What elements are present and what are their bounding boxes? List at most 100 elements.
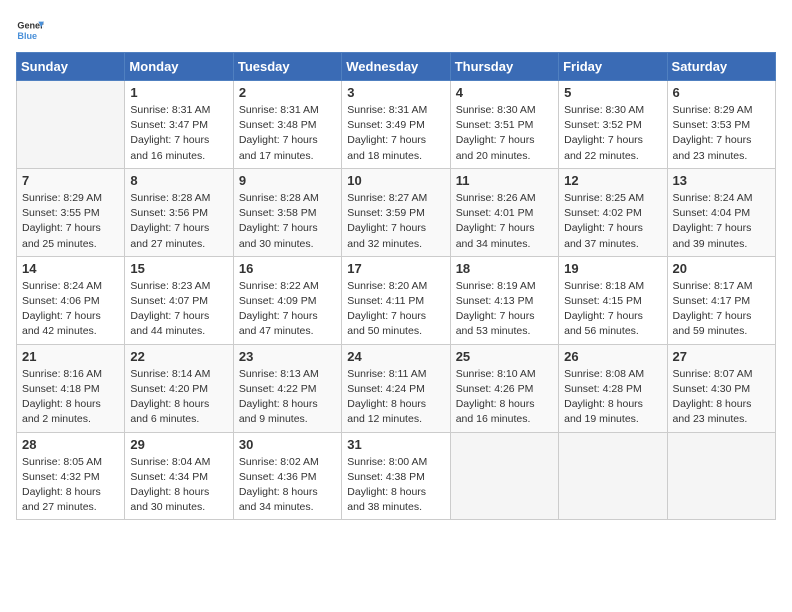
day-number: 19 [564,261,661,276]
calendar-cell: 27 Sunrise: 8:07 AMSunset: 4:30 PMDayligh… [667,344,775,432]
calendar-cell: 22 Sunrise: 8:14 AMSunset: 4:20 PMDayligh… [125,344,233,432]
day-number: 12 [564,173,661,188]
day-number: 15 [130,261,227,276]
calendar-cell: 1 Sunrise: 8:31 AMSunset: 3:47 PMDaylight… [125,81,233,169]
day-number: 11 [456,173,553,188]
day-number: 1 [130,85,227,100]
day-number: 20 [673,261,770,276]
calendar-cell: 19 Sunrise: 8:18 AMSunset: 4:15 PMDayligh… [559,256,667,344]
calendar-week-row: 21 Sunrise: 8:16 AMSunset: 4:18 PMDayligh… [17,344,776,432]
day-number: 18 [456,261,553,276]
day-number: 6 [673,85,770,100]
logo-icon: General Blue [16,16,44,44]
day-info: Sunrise: 8:07 AMSunset: 4:30 PMDaylight:… [673,367,770,428]
day-info: Sunrise: 8:28 AMSunset: 3:56 PMDaylight:… [130,191,227,252]
day-number: 24 [347,349,444,364]
calendar-body: 1 Sunrise: 8:31 AMSunset: 3:47 PMDaylight… [17,81,776,520]
day-number: 7 [22,173,119,188]
day-number: 5 [564,85,661,100]
calendar-cell: 29 Sunrise: 8:04 AMSunset: 4:34 PMDayligh… [125,432,233,520]
calendar-cell: 21 Sunrise: 8:16 AMSunset: 4:18 PMDayligh… [17,344,125,432]
calendar-cell: 15 Sunrise: 8:23 AMSunset: 4:07 PMDayligh… [125,256,233,344]
day-number: 22 [130,349,227,364]
day-info: Sunrise: 8:31 AMSunset: 3:49 PMDaylight:… [347,103,444,164]
calendar-cell: 17 Sunrise: 8:20 AMSunset: 4:11 PMDayligh… [342,256,450,344]
day-number: 29 [130,437,227,452]
day-info: Sunrise: 8:23 AMSunset: 4:07 PMDaylight:… [130,279,227,340]
day-info: Sunrise: 8:17 AMSunset: 4:17 PMDaylight:… [673,279,770,340]
day-info: Sunrise: 8:30 AMSunset: 3:52 PMDaylight:… [564,103,661,164]
calendar-week-row: 14 Sunrise: 8:24 AMSunset: 4:06 PMDayligh… [17,256,776,344]
day-number: 31 [347,437,444,452]
day-number: 3 [347,85,444,100]
day-info: Sunrise: 8:16 AMSunset: 4:18 PMDaylight:… [22,367,119,428]
svg-text:Blue: Blue [17,31,37,41]
day-info: Sunrise: 8:11 AMSunset: 4:24 PMDaylight:… [347,367,444,428]
day-info: Sunrise: 8:14 AMSunset: 4:20 PMDaylight:… [130,367,227,428]
day-info: Sunrise: 8:22 AMSunset: 4:09 PMDaylight:… [239,279,336,340]
day-info: Sunrise: 8:02 AMSunset: 4:36 PMDaylight:… [239,455,336,516]
day-number: 26 [564,349,661,364]
calendar-cell: 28Sunrise: 8:05 AMSunset: 4:32 PMDayligh… [17,432,125,520]
weekday-header: Sunday [17,53,125,81]
day-info: Sunrise: 8:08 AMSunset: 4:28 PMDaylight:… [564,367,661,428]
calendar-cell: 3 Sunrise: 8:31 AMSunset: 3:49 PMDaylight… [342,81,450,169]
day-info: Sunrise: 8:31 AMSunset: 3:48 PMDaylight:… [239,103,336,164]
calendar-cell [17,81,125,169]
day-info: Sunrise: 8:30 AMSunset: 3:51 PMDaylight:… [456,103,553,164]
calendar-cell: 16 Sunrise: 8:22 AMSunset: 4:09 PMDayligh… [233,256,341,344]
weekday-header: Thursday [450,53,558,81]
calendar-cell: 2 Sunrise: 8:31 AMSunset: 3:48 PMDaylight… [233,81,341,169]
day-number: 2 [239,85,336,100]
day-number: 14 [22,261,119,276]
calendar-cell: 6 Sunrise: 8:29 AMSunset: 3:53 PMDaylight… [667,81,775,169]
weekday-header: Tuesday [233,53,341,81]
calendar-cell: 9Sunrise: 8:28 AMSunset: 3:58 PMDaylight… [233,168,341,256]
calendar-cell: 8 Sunrise: 8:28 AMSunset: 3:56 PMDaylight… [125,168,233,256]
calendar-cell [559,432,667,520]
day-number: 8 [130,173,227,188]
day-info: Sunrise: 8:10 AMSunset: 4:26 PMDaylight:… [456,367,553,428]
day-info: Sunrise: 8:29 AMSunset: 3:55 PMDaylight:… [22,191,119,252]
weekday-header: Saturday [667,53,775,81]
header: General Blue [16,16,776,44]
day-info: Sunrise: 8:29 AMSunset: 3:53 PMDaylight:… [673,103,770,164]
day-info: Sunrise: 8:18 AMSunset: 4:15 PMDaylight:… [564,279,661,340]
day-info: Sunrise: 8:24 AMSunset: 4:04 PMDaylight:… [673,191,770,252]
day-info: Sunrise: 8:20 AMSunset: 4:11 PMDaylight:… [347,279,444,340]
day-number: 16 [239,261,336,276]
calendar-cell: 14 Sunrise: 8:24 AMSunset: 4:06 PMDayligh… [17,256,125,344]
day-info: Sunrise: 8:13 AMSunset: 4:22 PMDaylight:… [239,367,336,428]
calendar-cell: 13Sunrise: 8:24 AMSunset: 4:04 PMDayligh… [667,168,775,256]
calendar-cell: 10 Sunrise: 8:27 AMSunset: 3:59 PMDayligh… [342,168,450,256]
day-info: Sunrise: 8:19 AMSunset: 4:13 PMDaylight:… [456,279,553,340]
calendar-cell: 12Sunrise: 8:25 AMSunset: 4:02 PMDayligh… [559,168,667,256]
day-number: 27 [673,349,770,364]
calendar-cell [450,432,558,520]
day-number: 23 [239,349,336,364]
day-info: Sunrise: 8:04 AMSunset: 4:34 PMDaylight:… [130,455,227,516]
day-info: Sunrise: 8:31 AMSunset: 3:47 PMDaylight:… [130,103,227,164]
day-info: Sunrise: 8:26 AMSunset: 4:01 PMDaylight:… [456,191,553,252]
day-number: 10 [347,173,444,188]
logo: General Blue [16,16,44,44]
calendar-cell: 26 Sunrise: 8:08 AMSunset: 4:28 PMDayligh… [559,344,667,432]
calendar-header-row: SundayMondayTuesdayWednesdayThursdayFrid… [17,53,776,81]
calendar-cell: 20 Sunrise: 8:17 AMSunset: 4:17 PMDayligh… [667,256,775,344]
calendar-cell: 11 Sunrise: 8:26 AMSunset: 4:01 PMDayligh… [450,168,558,256]
day-info: Sunrise: 8:24 AMSunset: 4:06 PMDaylight:… [22,279,119,340]
weekday-header: Monday [125,53,233,81]
calendar-cell: 18 Sunrise: 8:19 AMSunset: 4:13 PMDayligh… [450,256,558,344]
day-info: Sunrise: 8:27 AMSunset: 3:59 PMDaylight:… [347,191,444,252]
calendar-cell: 25Sunrise: 8:10 AMSunset: 4:26 PMDayligh… [450,344,558,432]
calendar-cell: 30 Sunrise: 8:02 AMSunset: 4:36 PMDayligh… [233,432,341,520]
day-number: 21 [22,349,119,364]
day-info: Sunrise: 8:28 AMSunset: 3:58 PMDaylight:… [239,191,336,252]
day-number: 17 [347,261,444,276]
calendar-week-row: 28Sunrise: 8:05 AMSunset: 4:32 PMDayligh… [17,432,776,520]
calendar-cell [667,432,775,520]
calendar-cell: 7 Sunrise: 8:29 AMSunset: 3:55 PMDaylight… [17,168,125,256]
calendar-cell: 4Sunrise: 8:30 AMSunset: 3:51 PMDaylight… [450,81,558,169]
weekday-header: Wednesday [342,53,450,81]
day-number: 30 [239,437,336,452]
